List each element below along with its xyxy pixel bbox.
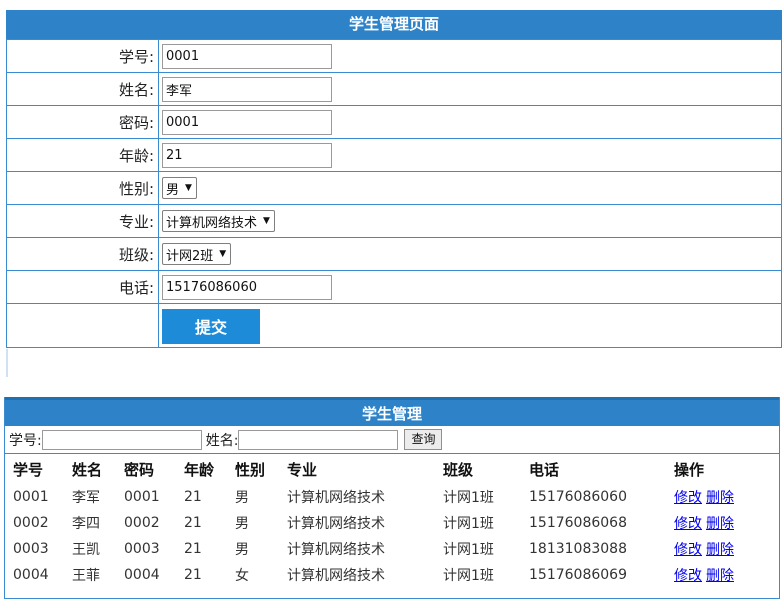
table-header-row: 学号 姓名 密码 年龄 性别 专业 班级 电话 操作 [9, 454, 760, 484]
edit-link[interactable]: 修改 [674, 516, 702, 532]
header-major: 专业 [287, 460, 318, 479]
table-row: 0002 李四 0002 21 男 计算机网络技术 计网1班 151760860… [9, 510, 760, 536]
submit-button[interactable]: 提交 [162, 308, 260, 344]
gender-label: 性别: [6, 171, 159, 205]
major-select[interactable]: 计算机网络技术 ▼ [162, 210, 275, 232]
query-button[interactable]: 查询 [404, 429, 443, 450]
name-input[interactable] [162, 76, 332, 102]
search-name-label: 姓名: [205, 432, 239, 449]
search-id-input[interactable] [41, 429, 202, 450]
id-label: 学号: [6, 39, 159, 73]
cell-name: 李四 [72, 516, 100, 532]
form-title: 学生管理页面 [6, 10, 782, 39]
form-row-name: 姓名: [6, 72, 782, 106]
form-row-id: 学号: [6, 39, 782, 73]
table-row: 0004 王菲 0004 21 女 计算机网络技术 计网1班 151760860… [9, 562, 760, 588]
cell-major: 计算机网络技术 [287, 490, 385, 506]
edit-link[interactable]: 修改 [674, 568, 702, 584]
name-label: 姓名: [6, 72, 159, 106]
student-list-panel: 学生管理 学号: 姓名: 查询 学号 姓名 密码 年龄 性别 专业 班级 电话 … [4, 397, 780, 599]
cell-age: 21 [184, 489, 202, 505]
cell-password: 0003 [124, 541, 160, 557]
dropdown-arrow-icon: ▼ [185, 183, 192, 193]
cell-name: 王凯 [72, 542, 100, 558]
cell-major: 计算机网络技术 [287, 568, 385, 584]
header-name: 姓名 [72, 460, 103, 479]
edit-link[interactable]: 修改 [674, 490, 702, 506]
major-label: 专业: [6, 204, 159, 238]
cell-phone: 15176086060 [529, 489, 627, 505]
cell-phone: 15176086069 [529, 567, 627, 583]
cell-password: 0001 [124, 489, 160, 505]
search-name-input[interactable] [238, 429, 399, 450]
cell-gender: 男 [235, 542, 249, 558]
phone-input[interactable] [162, 274, 332, 300]
cell-name: 王菲 [72, 568, 100, 584]
delete-link[interactable]: 删除 [706, 568, 734, 584]
student-form-panel: 学生管理页面 学号: 姓名: 密码: 年龄: 性别: 男 ▼ [6, 10, 782, 376]
cell-phone: 18131083088 [529, 541, 627, 557]
class-select-value: 计网2班 [166, 248, 214, 264]
cell-gender: 女 [235, 568, 249, 584]
class-select[interactable]: 计网2班 ▼ [162, 243, 232, 265]
cell-name: 李军 [72, 490, 100, 506]
header-age: 年龄 [184, 460, 215, 479]
cell-id: 0004 [13, 567, 49, 583]
cell-id: 0001 [13, 489, 49, 505]
cell-phone: 15176086068 [529, 515, 627, 531]
table-row: 0001 李军 0001 21 男 计算机网络技术 计网1班 151760860… [9, 484, 760, 510]
cell-age: 21 [184, 541, 202, 557]
phone-label: 电话: [6, 270, 159, 304]
delete-link[interactable]: 删除 [706, 516, 734, 532]
header-gender: 性别 [235, 460, 266, 479]
cell-class: 计网1班 [443, 542, 494, 558]
dropdown-arrow-icon: ▼ [263, 216, 270, 226]
header-id: 学号 [13, 460, 44, 479]
cell-password: 0004 [124, 567, 160, 583]
cell-class: 计网1班 [443, 516, 494, 532]
form-row-major: 专业: 计算机网络技术 ▼ [6, 204, 782, 238]
student-table: 学号 姓名 密码 年龄 性别 专业 班级 电话 操作 0001 李军 0001 … [9, 454, 760, 588]
search-id-label: 学号: [9, 432, 42, 449]
cell-id: 0003 [13, 541, 49, 557]
form-row-age: 年龄: [6, 138, 782, 172]
cell-id: 0002 [13, 515, 49, 531]
table-row: 0003 王凯 0003 21 男 计算机网络技术 计网1班 181310830… [9, 536, 760, 562]
cell-class: 计网1班 [443, 568, 494, 584]
cell-age: 21 [184, 567, 202, 583]
form-row-password: 密码: [6, 105, 782, 139]
delete-link[interactable]: 删除 [706, 542, 734, 558]
header-actions: 操作 [674, 460, 705, 479]
age-input[interactable] [162, 142, 332, 168]
header-class: 班级 [443, 460, 474, 479]
cell-major: 计算机网络技术 [287, 516, 385, 532]
cell-age: 21 [184, 515, 202, 531]
age-label: 年龄: [6, 138, 159, 172]
search-bar: 学号: 姓名: 查询 [5, 426, 779, 454]
password-label: 密码: [6, 105, 159, 139]
class-label: 班级: [6, 237, 159, 271]
delete-link[interactable]: 删除 [706, 490, 734, 506]
form-row-class: 班级: 计网2班 ▼ [6, 237, 782, 271]
cell-gender: 男 [235, 490, 249, 506]
cell-gender: 男 [235, 516, 249, 532]
dropdown-arrow-icon: ▼ [219, 249, 227, 259]
edit-link[interactable]: 修改 [674, 542, 702, 558]
form-row-gender: 性别: 男 ▼ [6, 171, 782, 205]
form-row-submit: 提交 [6, 303, 782, 348]
cell-major: 计算机网络技术 [287, 542, 385, 558]
gender-select-value: 男 [166, 182, 180, 198]
gender-select[interactable]: 男 ▼ [162, 177, 197, 199]
form-row-phone: 电话: [6, 270, 782, 304]
password-input[interactable] [162, 109, 332, 135]
student-form: 学号: 姓名: 密码: 年龄: 性别: 男 ▼ 专业: [6, 39, 782, 348]
form-bottom-edge [6, 349, 8, 377]
header-phone: 电话 [529, 460, 560, 479]
cell-password: 0002 [124, 515, 160, 531]
major-select-value: 计算机网络技术 [166, 215, 258, 231]
id-input[interactable] [162, 43, 332, 69]
list-title: 学生管理 [5, 397, 779, 426]
header-password: 密码 [124, 460, 155, 479]
cell-class: 计网1班 [443, 490, 494, 506]
